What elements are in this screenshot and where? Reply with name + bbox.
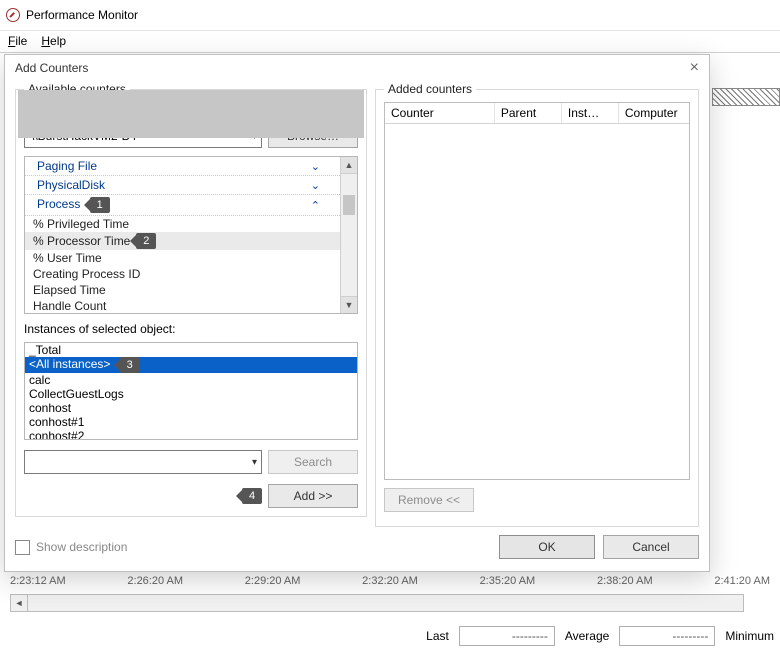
added-counters-legend: Added counters xyxy=(384,82,476,96)
instance-item[interactable]: calc xyxy=(25,373,357,387)
menu-help[interactable]: Help xyxy=(41,34,66,48)
horizontal-scrollbar[interactable]: ◄ xyxy=(10,594,744,612)
instance-item-selected[interactable]: <All instances> 3 xyxy=(25,357,357,373)
annotation-badge-1: 1 xyxy=(90,197,110,213)
time-tick: 2:41:20 AM xyxy=(714,575,770,587)
window-titlebar: Performance Monitor xyxy=(0,0,780,31)
time-tick: 2:38:20 AM xyxy=(597,575,653,587)
counters-scrollbar[interactable]: ▲ ▼ xyxy=(340,157,357,313)
scroll-thumb[interactable] xyxy=(18,90,364,138)
chart-hatched-region xyxy=(712,88,780,106)
instances-listbox[interactable]: _Total <All instances> 3 calc CollectGue… xyxy=(24,342,358,440)
instance-item[interactable]: conhost#1 xyxy=(25,415,357,429)
cancel-button[interactable]: Cancel xyxy=(603,535,699,559)
instance-item[interactable]: conhost#2 xyxy=(25,429,357,439)
checkbox-icon xyxy=(15,540,30,555)
added-counters-group: Added counters Counter Parent Inst… Comp… xyxy=(375,89,699,527)
show-description-label: Show description xyxy=(36,540,127,554)
stat-avg-value: --------- xyxy=(619,626,715,646)
time-tick: 2:29:20 AM xyxy=(245,575,301,587)
ok-button[interactable]: OK xyxy=(499,535,595,559)
stats-bar: Last --------- Average --------- Minimum xyxy=(0,626,780,646)
time-tick: 2:23:12 AM xyxy=(10,575,66,587)
category-label: PhysicalDisk xyxy=(37,178,105,192)
category-process[interactable]: Process 1 ⌃ xyxy=(25,195,340,216)
scroll-thumb[interactable] xyxy=(343,195,355,215)
window-title: Performance Monitor xyxy=(26,8,138,22)
chevron-down-icon: ⌄ xyxy=(311,179,320,192)
close-icon[interactable]: × xyxy=(690,62,699,74)
stat-avg-label: Average xyxy=(565,629,609,643)
chevron-up-icon: ⌃ xyxy=(311,199,320,212)
category-paging-file[interactable]: Paging File ⌄ xyxy=(25,157,340,176)
add-button[interactable]: Add >> xyxy=(268,484,358,508)
counter-item[interactable]: % User Time xyxy=(25,250,340,266)
time-tick: 2:32:20 AM xyxy=(362,575,418,587)
instance-item[interactable]: conhost xyxy=(25,401,357,415)
add-counters-dialog: Add Counters × Available counters Select… xyxy=(4,54,710,572)
stat-min-label: Minimum xyxy=(725,629,774,643)
app-icon xyxy=(6,8,20,22)
counter-item[interactable]: % Privileged Time xyxy=(25,216,340,232)
show-description-checkbox[interactable]: Show description xyxy=(15,540,127,555)
annotation-badge-2: 2 xyxy=(136,233,156,249)
instances-label: Instances of selected object: xyxy=(24,322,358,336)
menu-bar: File Help xyxy=(0,31,780,53)
remove-button[interactable]: Remove << xyxy=(384,488,474,512)
category-label: Paging File xyxy=(37,159,97,173)
added-counters-table[interactable]: Counter Parent Inst… Computer xyxy=(384,102,690,480)
search-combo[interactable]: ▾ xyxy=(24,450,262,474)
chevron-down-icon: ⌄ xyxy=(311,160,320,173)
scroll-down-button[interactable]: ▼ xyxy=(341,296,357,313)
annotation-badge-3: 3 xyxy=(120,357,140,373)
col-counter[interactable]: Counter xyxy=(385,103,495,123)
search-button[interactable]: Search xyxy=(268,450,358,474)
time-axis: 2:23:12 AM 2:26:20 AM 2:29:20 AM 2:32:20… xyxy=(10,575,770,587)
stat-last-value: --------- xyxy=(459,626,555,646)
counters-listbox[interactable]: Paging File ⌄ PhysicalDisk ⌄ Process 1 xyxy=(24,156,358,314)
menu-file[interactable]: File xyxy=(8,34,27,48)
dialog-title: Add Counters xyxy=(15,61,88,75)
scroll-up-button[interactable]: ▲ xyxy=(341,157,357,174)
counter-item[interactable]: Elapsed Time xyxy=(25,282,340,298)
category-physicaldisk[interactable]: PhysicalDisk ⌄ xyxy=(25,176,340,195)
available-counters-group: Available counters Select counters from … xyxy=(15,89,367,517)
col-computer[interactable]: Computer xyxy=(619,103,689,123)
counter-item-selected[interactable]: % Processor Time 2 xyxy=(25,232,340,250)
time-tick: 2:26:20 AM xyxy=(127,575,183,587)
annotation-badge-4: 4 xyxy=(242,488,262,504)
category-label: Process xyxy=(37,197,80,211)
stat-last-label: Last xyxy=(426,629,449,643)
time-tick: 2:35:20 AM xyxy=(480,575,536,587)
chevron-down-icon: ▾ xyxy=(252,457,257,468)
col-instance[interactable]: Inst… xyxy=(562,103,619,123)
counter-item[interactable]: Creating Process ID xyxy=(25,266,340,282)
instance-item[interactable]: _Total xyxy=(25,343,357,357)
scroll-left-button[interactable]: ◄ xyxy=(11,595,28,611)
added-counters-header: Counter Parent Inst… Computer xyxy=(385,103,689,124)
instance-item[interactable]: CollectGuestLogs xyxy=(25,387,357,401)
counter-item[interactable]: Handle Count xyxy=(25,298,340,313)
col-parent[interactable]: Parent xyxy=(495,103,562,123)
